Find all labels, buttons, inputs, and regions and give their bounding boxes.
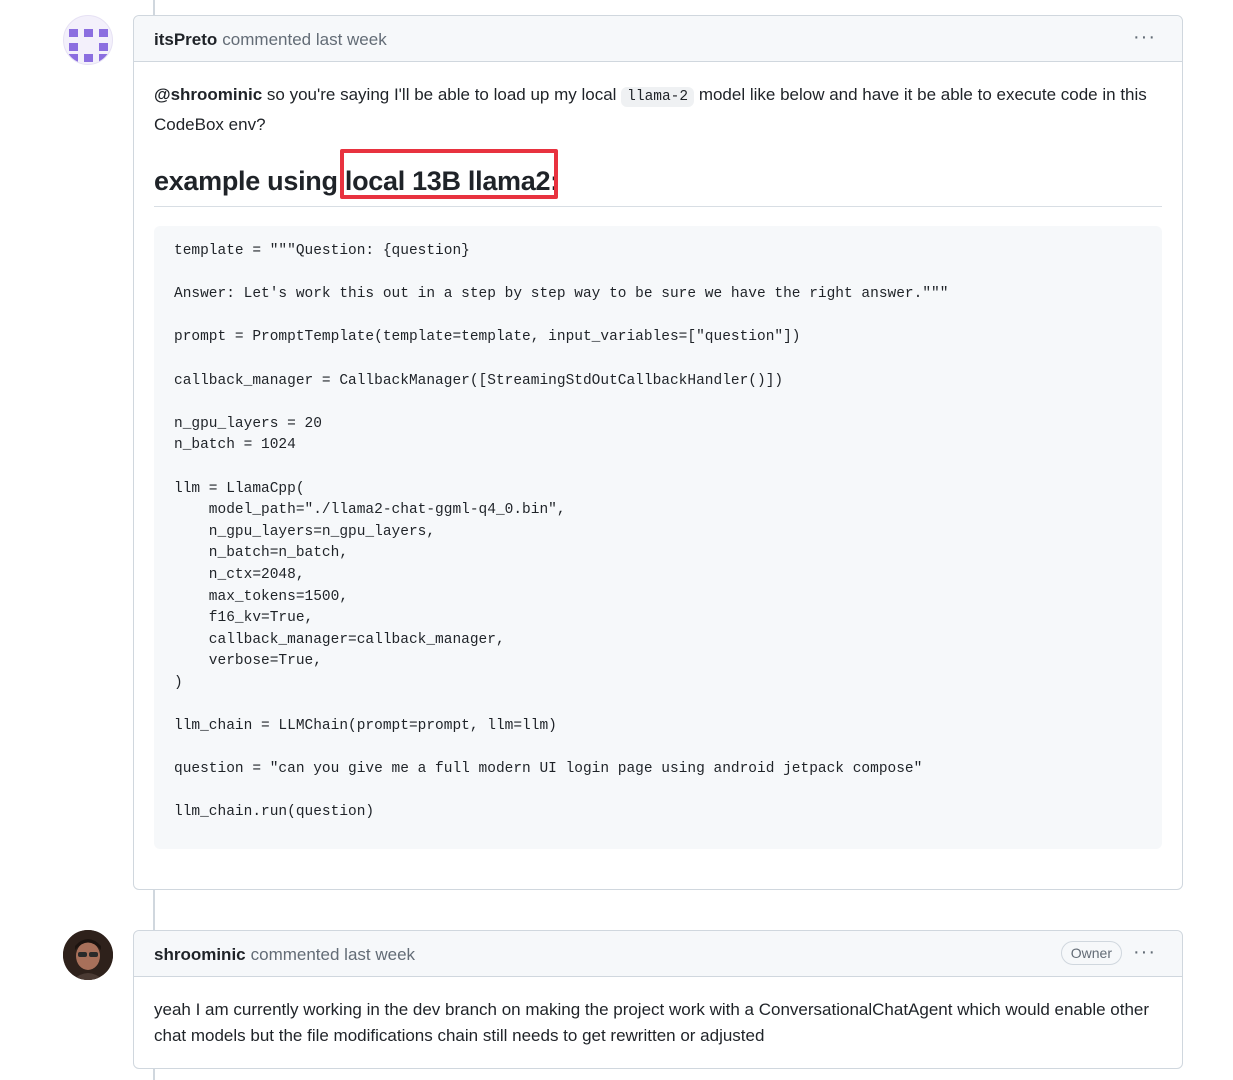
more-options-icon[interactable]: ··· bbox=[1133, 941, 1156, 964]
author-link[interactable]: shroominic bbox=[154, 945, 246, 964]
avatar[interactable] bbox=[63, 930, 113, 980]
identicon-pixel bbox=[99, 29, 108, 37]
timeline-line bbox=[153, 0, 155, 15]
owner-badge: Owner bbox=[1060, 941, 1122, 965]
inline-code: llama-2 bbox=[621, 87, 695, 107]
comment-text: @shroominic so you're saying I'll be abl… bbox=[154, 81, 1162, 138]
comment-text-segment: so you're saying I'll be able to load up… bbox=[262, 85, 622, 104]
comment-author-line: itsPreto commented last week bbox=[154, 30, 387, 50]
identicon-pixel bbox=[99, 54, 108, 62]
comment-text: yeah I am currently working in the dev b… bbox=[154, 1000, 1150, 1045]
comment-author-line: shroominic commented last week bbox=[154, 945, 415, 965]
timeline-line bbox=[153, 889, 155, 930]
identicon-pixel bbox=[69, 54, 78, 62]
identicon-pixel bbox=[84, 29, 93, 37]
comment-card: itsPreto commented last week ··· @shroomi… bbox=[133, 15, 1183, 890]
avatar[interactable] bbox=[63, 15, 113, 65]
comment-timestamp[interactable]: commented last week bbox=[222, 30, 386, 49]
annotation-highlight-box bbox=[340, 149, 558, 199]
author-link[interactable]: itsPreto bbox=[154, 30, 217, 49]
user-mention-link[interactable]: @shroominic bbox=[154, 85, 262, 104]
avatar-photo bbox=[63, 930, 113, 980]
identicon-pixel bbox=[69, 43, 78, 51]
identicon-pixel bbox=[69, 29, 78, 37]
code-content: template = """Question: {question} Answe… bbox=[174, 243, 949, 821]
comment-header: shroominic commented last week Owner ··· bbox=[134, 931, 1182, 977]
comment-card: shroominic commented last week Owner ··· … bbox=[133, 930, 1183, 1069]
identicon-pixel bbox=[99, 43, 108, 51]
comment-header: itsPreto commented last week ··· bbox=[134, 16, 1182, 62]
code-block: template = """Question: {question} Answe… bbox=[154, 226, 1162, 849]
more-options-icon[interactable]: ··· bbox=[1133, 26, 1156, 49]
comment-timestamp[interactable]: commented last week bbox=[251, 945, 415, 964]
markdown-heading: example using local 13B llama2: bbox=[154, 149, 1162, 207]
identicon-pixel bbox=[84, 54, 93, 62]
timeline-line bbox=[153, 1069, 155, 1080]
